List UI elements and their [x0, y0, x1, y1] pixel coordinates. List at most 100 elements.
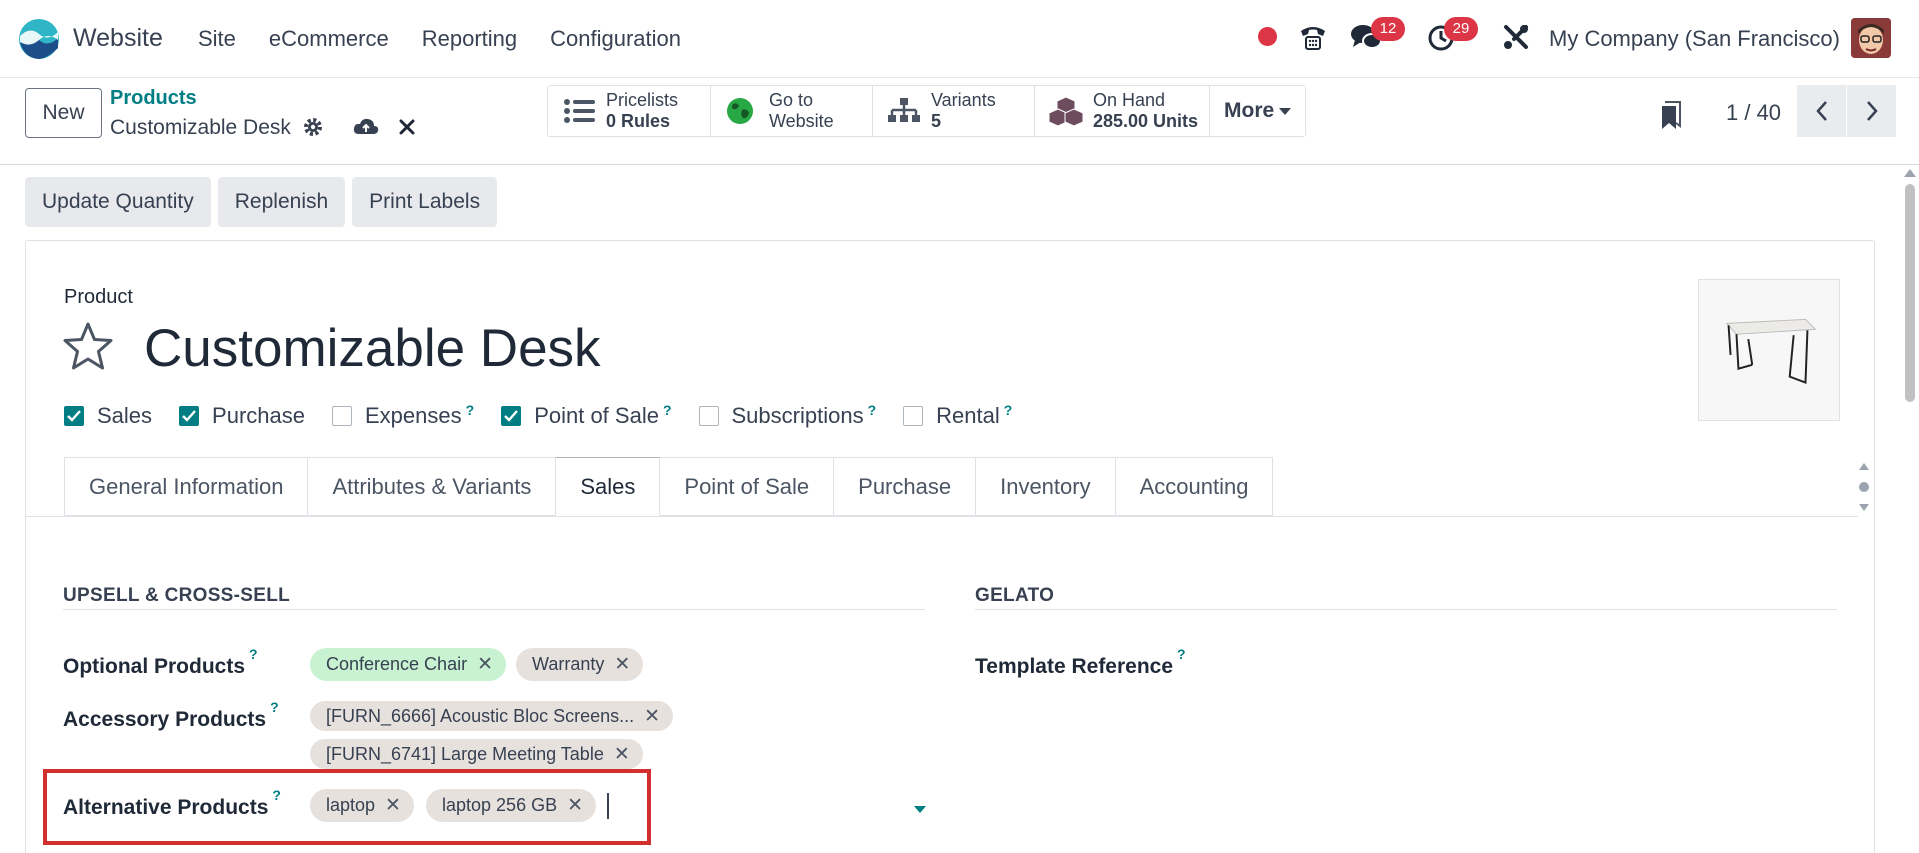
- scrollbar-thumb[interactable]: [1905, 184, 1915, 402]
- scroll-navigation-icon[interactable]: [1857, 460, 1871, 514]
- checkbox-subscriptions-label: Subscriptions: [731, 403, 864, 428]
- print-labels-button[interactable]: Print Labels: [352, 177, 498, 227]
- help-tooltip-icon[interactable]: ?: [270, 699, 279, 715]
- tab-purchase[interactable]: Purchase: [834, 457, 977, 516]
- website-app-logo[interactable]: [18, 18, 60, 60]
- checkbox-purchase[interactable]: Purchase: [179, 403, 305, 429]
- checkbox-subscriptions-box[interactable]: [698, 406, 719, 426]
- accessory-products-label: Accessory Products?: [63, 699, 279, 732]
- more-button[interactable]: More: [1210, 86, 1306, 136]
- tab-inventory[interactable]: Inventory: [976, 457, 1116, 516]
- checkbox-rental[interactable]: Rental?: [903, 402, 1013, 429]
- save-cloud-icon[interactable]: [353, 116, 379, 138]
- help-tooltip-icon[interactable]: ?: [1004, 402, 1013, 418]
- recording-indicator[interactable]: [1258, 27, 1277, 46]
- tab-attributes-variants[interactable]: Attributes & Variants: [308, 457, 557, 516]
- on-hand-button[interactable]: On Hand 285.00 Units: [1035, 86, 1210, 136]
- checkbox-point-of-sale[interactable]: Point of Sale?: [501, 402, 672, 429]
- tab-sales[interactable]: Sales: [556, 457, 661, 516]
- tag-label: [FURN_6666] Acoustic Bloc Screens...: [326, 705, 635, 726]
- check-icon: [504, 410, 519, 422]
- menu-configuration[interactable]: Configuration: [550, 26, 681, 52]
- caret-down-icon: [1279, 107, 1292, 115]
- menu-ecommerce[interactable]: eCommerce: [269, 26, 389, 52]
- top-navbar: Website Site eCommerce Reporting Configu…: [0, 0, 1919, 78]
- pager-next-button[interactable]: [1847, 85, 1896, 137]
- scroll-up-arrow-icon[interactable]: [1904, 169, 1916, 177]
- accessory-tag-acoustic-bloc[interactable]: [FURN_6666] Acoustic Bloc Screens... ✕: [310, 701, 674, 731]
- product-image[interactable]: [1698, 279, 1840, 421]
- help-tooltip-icon[interactable]: ?: [466, 402, 475, 418]
- company-switcher[interactable]: My Company (San Francisco): [1549, 26, 1840, 52]
- gear-icon[interactable]: [302, 116, 324, 138]
- app-name[interactable]: Website: [73, 24, 163, 53]
- control-panel: New Products Customizable Desk Pricelist…: [0, 79, 1919, 165]
- cubes-icon: [1049, 96, 1083, 126]
- form-sheet: Product Customizable Desk Sales Purchase…: [25, 240, 1875, 853]
- section-upsell-cross-sell: UPSELL & CROSS-SELL: [63, 585, 291, 606]
- pager-previous-button[interactable]: [1797, 85, 1846, 137]
- remove-tag-icon[interactable]: ✕: [614, 653, 630, 676]
- variants-button[interactable]: Variants 5: [873, 86, 1035, 136]
- pricelists-button[interactable]: Pricelists 0 Rules: [548, 86, 711, 136]
- remove-tag-icon[interactable]: ✕: [644, 705, 660, 728]
- remove-tag-icon[interactable]: ✕: [477, 653, 493, 676]
- checkbox-point-of-sale-label: Point of Sale: [534, 403, 659, 428]
- remove-tag-icon[interactable]: ✕: [614, 743, 630, 766]
- optional-tag-warranty[interactable]: Warranty ✕: [516, 648, 644, 681]
- user-avatar[interactable]: [1851, 18, 1891, 58]
- checkbox-expenses-box[interactable]: [332, 406, 352, 426]
- tab-point-of-sale[interactable]: Point of Sale: [660, 457, 835, 516]
- pager-value[interactable]: 1 / 40: [1726, 100, 1781, 126]
- dropdown-caret-icon[interactable]: [914, 806, 926, 813]
- chevron-left-icon: [1815, 101, 1827, 121]
- form-tabs: General Information Attributes & Variant…: [64, 457, 1274, 516]
- tag-label: Warranty: [532, 654, 605, 674]
- breadcrumb-current: Customizable Desk: [110, 116, 291, 139]
- optional-tag-conference-chair[interactable]: Conference Chair ✕: [310, 648, 506, 681]
- checkbox-sales-box[interactable]: [64, 406, 84, 426]
- replenish-button[interactable]: Replenish: [217, 177, 346, 227]
- checkbox-rental-box[interactable]: [903, 406, 924, 426]
- go-to-website-button[interactable]: Go to Website: [711, 86, 873, 136]
- template-reference-label: Template Reference?: [975, 646, 1186, 679]
- help-tooltip-icon[interactable]: ?: [249, 646, 258, 662]
- checkbox-expenses[interactable]: Expenses?: [332, 402, 475, 429]
- tab-accounting[interactable]: Accounting: [1115, 457, 1274, 516]
- checkbox-purchase-box[interactable]: [179, 406, 200, 426]
- discard-icon[interactable]: [398, 117, 416, 137]
- chevron-right-icon: [1866, 101, 1878, 121]
- phone-icon[interactable]: [1297, 21, 1329, 53]
- accessory-products-label-text: Accessory Products: [63, 708, 267, 731]
- product-label: Product: [64, 286, 133, 308]
- checkbox-point-of-sale-box[interactable]: [501, 406, 522, 426]
- checkbox-subscriptions[interactable]: Subscriptions?: [698, 402, 877, 429]
- tab-general-information[interactable]: General Information: [64, 457, 309, 516]
- tabs-underline: [26, 516, 1858, 517]
- variants-value: 5: [931, 111, 942, 131]
- desk-image-icon: [1699, 280, 1839, 420]
- sitemap-icon: [888, 98, 920, 122]
- on-hand-label: On Hand: [1093, 90, 1166, 110]
- checkbox-sales[interactable]: Sales: [64, 403, 152, 429]
- update-quantity-button[interactable]: Update Quantity: [25, 177, 211, 227]
- pricelists-label: Pricelists: [606, 90, 679, 110]
- product-title[interactable]: Customizable Desk: [144, 318, 601, 379]
- new-button[interactable]: New: [25, 88, 102, 138]
- on-hand-value: 285.00 Units: [1093, 111, 1199, 131]
- template-reference-label-text: Template Reference: [975, 655, 1174, 678]
- breadcrumb-products[interactable]: Products: [110, 87, 197, 110]
- section-divider: [63, 609, 925, 610]
- menu-reporting[interactable]: Reporting: [422, 26, 517, 52]
- menu-site[interactable]: Site: [198, 26, 236, 52]
- help-tooltip-icon[interactable]: ?: [1177, 646, 1186, 662]
- checkbox-rental-label: Rental: [936, 403, 1000, 428]
- bookmark-icon[interactable]: [1660, 100, 1682, 130]
- debug-tools-icon[interactable]: [1500, 21, 1532, 53]
- go-to-label: Go to: [769, 90, 814, 110]
- accessory-tag-large-meeting-table[interactable]: [FURN_6741] Large Meeting Table ✕: [310, 739, 643, 769]
- help-tooltip-icon[interactable]: ?: [868, 402, 877, 418]
- help-tooltip-icon[interactable]: ?: [663, 402, 672, 418]
- tag-label: Conference Chair: [326, 654, 468, 674]
- star-icon[interactable]: [62, 321, 114, 371]
